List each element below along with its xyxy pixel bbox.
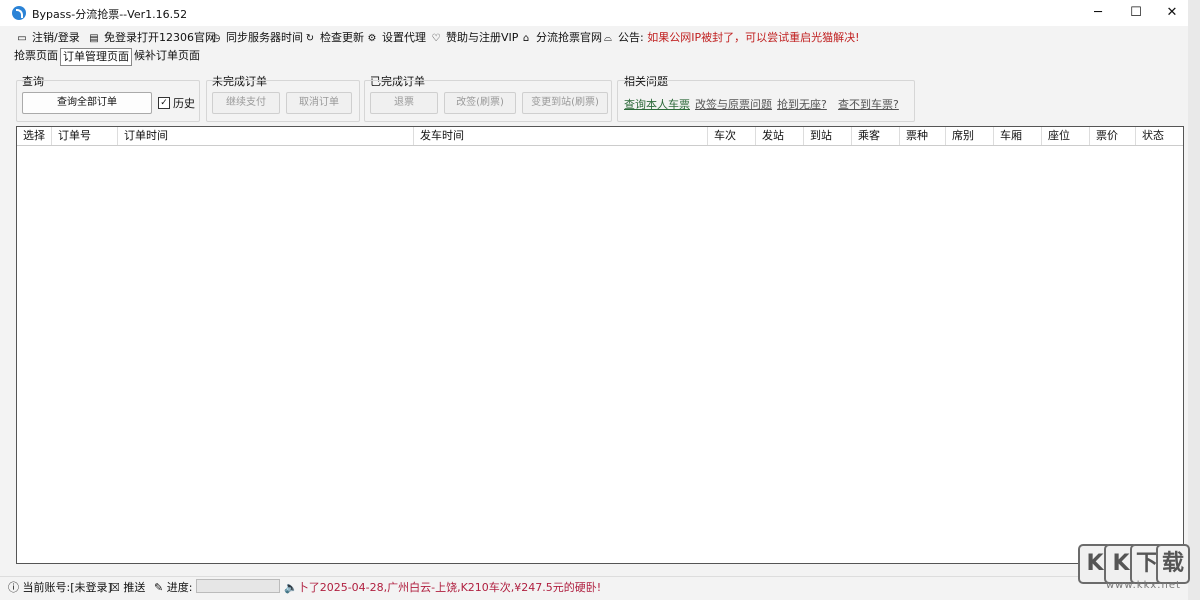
- push-toggle[interactable]: ☒ 推送: [110, 579, 145, 595]
- heart-icon: ♡: [431, 33, 441, 44]
- col-seat[interactable]: 座位: [1041, 127, 1089, 145]
- link-query-my-tickets[interactable]: 查询本人车票: [624, 96, 690, 112]
- change-sign-button[interactable]: 改签(刷票): [444, 92, 516, 114]
- app-logo-icon: [12, 6, 26, 20]
- refund-button[interactable]: 退票: [370, 92, 438, 114]
- change-station-button[interactable]: 变更到站(刷票): [522, 92, 608, 114]
- menu-sponsor-vip[interactable]: ♡ 赞助与注册VIP: [430, 29, 519, 45]
- col-from-station[interactable]: 发站: [755, 127, 803, 145]
- app-window: Bypass-分流抢票--Ver1.16.52 ─ ☐ ✕ ▭ 注销/登录 ▤ 免登…: [0, 0, 1189, 600]
- minimize-button[interactable]: ─: [1080, 0, 1116, 26]
- announcement-text: 如果公网IP被封了，可以尝试重启光猫解决!: [647, 31, 860, 44]
- col-select[interactable]: 选择: [17, 127, 51, 145]
- pencil-icon: ✎: [154, 581, 164, 594]
- menu-login[interactable]: ▭ 注销/登录: [16, 29, 79, 45]
- tab-waitlist-orders[interactable]: 候补订单页面: [132, 48, 202, 64]
- status-bar: ⓘ 当前账号:[未登录] ☒ 推送 ✎ 进度: 🔈卜了2025-04-28,广州…: [0, 576, 1188, 595]
- orders-table[interactable]: 选择 订单号 订单时间 发车时间 车次 发站 到站 乘客 票种 席别 车厢 座位…: [16, 126, 1184, 564]
- menu-proxy-settings[interactable]: ⚙ 设置代理: [366, 29, 426, 45]
- continue-pay-button[interactable]: 继续支付: [212, 92, 280, 114]
- menu-open-12306[interactable]: ▤ 免登录打开12306官网: [88, 29, 216, 45]
- tab-order-management[interactable]: 订单管理页面: [60, 48, 132, 66]
- col-order-time[interactable]: 订单时间: [117, 127, 413, 145]
- query-all-orders-button[interactable]: 查询全部订单: [22, 92, 152, 114]
- col-carriage[interactable]: 车厢: [993, 127, 1041, 145]
- watermark-char: 载: [1156, 544, 1190, 584]
- watermark-url: www.kkx.net: [1106, 580, 1181, 591]
- col-price[interactable]: 票价: [1089, 127, 1135, 145]
- maximize-button[interactable]: ☐: [1118, 0, 1154, 26]
- ticker-text: 🔈卜了2025-04-28,广州白云-上饶,K210车次,¥247.5元的硬卧!: [284, 581, 602, 594]
- col-ticket-type[interactable]: 票种: [899, 127, 945, 145]
- history-checkbox[interactable]: ✓: [158, 97, 170, 109]
- monitor-icon: ▭: [17, 33, 27, 44]
- history-label: 历史: [173, 97, 195, 110]
- announcement-icon: ⌓: [604, 33, 612, 44]
- clock-icon: ◷: [211, 33, 221, 44]
- gear-icon: ⚙: [367, 33, 377, 44]
- background-window-edge: [1188, 0, 1200, 600]
- progress-bar: [196, 579, 280, 593]
- cancel-order-button[interactable]: 取消订单: [286, 92, 352, 114]
- progress-label: ✎ 进度:: [154, 581, 193, 594]
- link-change-original-ticket[interactable]: 改签与原票问题: [695, 96, 772, 112]
- col-train-no[interactable]: 车次: [707, 127, 755, 145]
- menu-check-update[interactable]: ↻ 检查更新: [304, 29, 364, 45]
- col-status[interactable]: 状态: [1135, 127, 1183, 145]
- menu-official-site[interactable]: ⌂ 分流抢票官网: [520, 29, 602, 45]
- col-passenger[interactable]: 乘客: [851, 127, 899, 145]
- info-icon: ⓘ: [8, 581, 19, 594]
- link-ticket-not-found[interactable]: 查不到车票?: [838, 96, 899, 112]
- tab-grab-tickets[interactable]: 抢票页面: [12, 48, 60, 64]
- push-checkbox-icon: ☒: [110, 581, 120, 594]
- menu-announcement[interactable]: ⌓ 公告: 如果公网IP被封了，可以尝试重启光猫解决!: [602, 29, 860, 45]
- title-bar: Bypass-分流抢票--Ver1.16.52 ─ ☐ ✕: [0, 0, 1188, 26]
- refresh-icon: ↻: [305, 33, 315, 44]
- close-button[interactable]: ✕: [1154, 0, 1190, 26]
- window-title: Bypass-分流抢票--Ver1.16.52: [32, 8, 188, 21]
- col-departure-time[interactable]: 发车时间: [413, 127, 707, 145]
- col-seat-class[interactable]: 席别: [945, 127, 993, 145]
- browser-icon: ▤: [89, 33, 99, 44]
- speaker-icon: 🔈: [284, 581, 298, 594]
- table-header: 选择 订单号 订单时间 发车时间 车次 发站 到站 乘客 票种 席别 车厢 座位…: [17, 127, 1183, 146]
- col-to-station[interactable]: 到站: [803, 127, 851, 145]
- account-status: ⓘ 当前账号:[未登录]: [8, 581, 112, 594]
- home-icon: ⌂: [522, 33, 530, 44]
- col-order-no[interactable]: 订单号: [51, 127, 117, 145]
- menu-bar: ▭ 注销/登录 ▤ 免登录打开12306官网 ◷ 同步服务器时间 ↻ 检查更新 ⚙ 设置代…: [0, 26, 1188, 46]
- menu-sync-time[interactable]: ◷ 同步服务器时间: [210, 29, 303, 45]
- watermark: K K 下 载 www.kkx.net: [1078, 544, 1190, 592]
- link-no-seat[interactable]: 抢到无座?: [777, 96, 827, 112]
